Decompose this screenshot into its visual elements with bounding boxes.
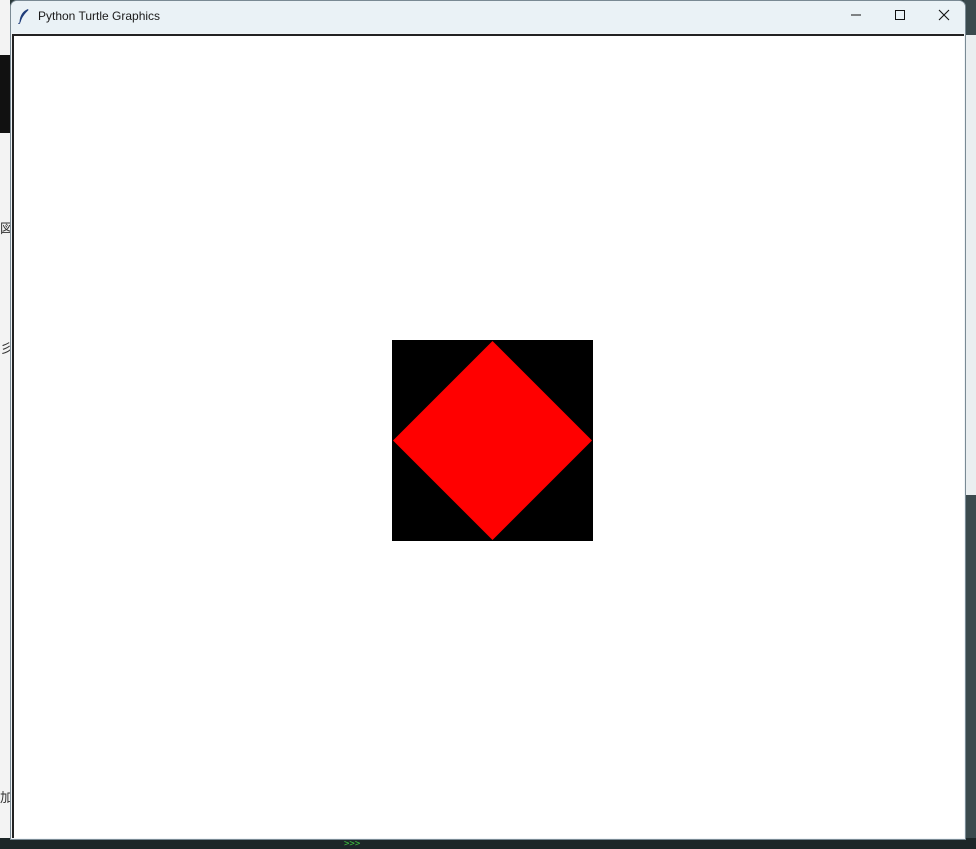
background-glyph: 図 — [0, 221, 10, 236]
shell-prompt: >>> — [344, 839, 361, 849]
close-button[interactable] — [921, 1, 965, 32]
background-dark-panel — [0, 55, 10, 133]
turtle-canvas[interactable] — [12, 34, 964, 838]
turtle-window: Python Turtle Graphics — [10, 0, 966, 840]
minimize-icon — [850, 8, 862, 26]
close-icon — [938, 8, 950, 26]
background-glyph: 加 — [0, 790, 10, 805]
background-glyph: 彡 — [0, 341, 10, 356]
maximize-button[interactable] — [877, 1, 923, 32]
turtle-drawing — [392, 340, 593, 541]
minimize-button[interactable] — [833, 1, 879, 32]
window-title: Python Turtle Graphics — [38, 9, 161, 23]
maximize-icon — [894, 8, 906, 26]
title-bar[interactable]: Python Turtle Graphics — [11, 1, 965, 33]
feather-icon — [17, 8, 31, 25]
